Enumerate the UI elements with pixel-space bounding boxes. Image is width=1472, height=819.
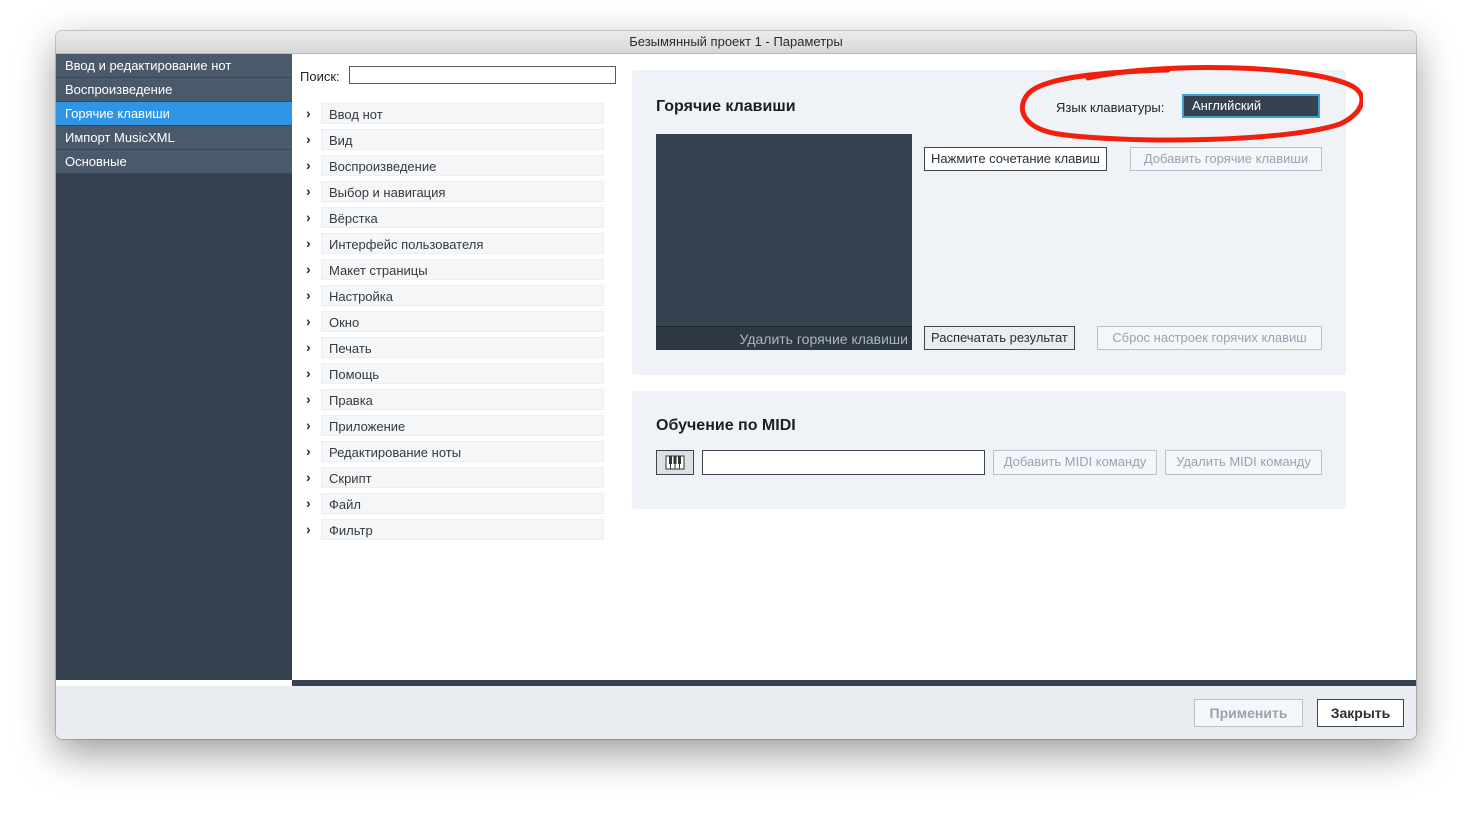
tree-item-label: Файл — [321, 493, 604, 514]
search-input[interactable] — [349, 66, 616, 84]
chevron-right-icon[interactable]: › — [306, 183, 311, 199]
tree-row[interactable]: › Скрипт — [302, 466, 607, 492]
tree-item-label: Вид — [321, 129, 604, 150]
tree-item-label: Вёрстка — [321, 207, 604, 228]
print-result-button[interactable]: Распечатать результат — [924, 326, 1075, 350]
delete-hotkeys-button[interactable]: Удалить горячие клавиши — [656, 326, 912, 350]
sidebar-item-musicxml-import[interactable]: Импорт MusicXML — [56, 126, 292, 150]
preferences-window: Безымянный проект 1 - Параметры Ввод и р… — [56, 31, 1416, 739]
tree-item-label: Печать — [321, 337, 604, 358]
chevron-right-icon[interactable]: › — [306, 131, 311, 147]
shortcut-list-pane: Поиск: › Ввод нот › Вид › Воспроизведение › Выб… — [292, 54, 624, 680]
tree-row[interactable]: › Фильтр — [302, 518, 607, 544]
tree-item-label: Приложение — [321, 415, 604, 436]
chevron-right-icon[interactable]: › — [306, 313, 311, 329]
chevron-right-icon[interactable]: › — [306, 495, 311, 511]
tree-row[interactable]: › Печать — [302, 336, 607, 362]
tree-item-label: Фильтр — [321, 519, 604, 540]
search-label: Поиск: — [300, 69, 340, 84]
tree-row[interactable]: › Ввод нот — [302, 102, 607, 128]
tree-row[interactable]: › Макет страницы — [302, 258, 607, 284]
sidebar-item-general[interactable]: Основные — [56, 150, 292, 174]
tree-row[interactable]: › Файл — [302, 492, 607, 518]
tree-row[interactable]: › Настройка — [302, 284, 607, 310]
keyboard-language-label: Язык клавиатуры: — [1056, 100, 1165, 115]
tree-item-label: Выбор и навигация — [321, 181, 604, 202]
window-title: Безымянный проект 1 - Параметры — [56, 31, 1416, 54]
tree-row[interactable]: › Выбор и навигация — [302, 180, 607, 206]
chevron-right-icon[interactable]: › — [306, 157, 311, 173]
chevron-right-icon[interactable]: › — [306, 469, 311, 485]
chevron-right-icon[interactable]: › — [306, 209, 311, 225]
tree-row[interactable]: › Приложение — [302, 414, 607, 440]
tree-row[interactable]: › Вёрстка — [302, 206, 607, 232]
tree-row[interactable]: › Интерфейс пользователя — [302, 232, 607, 258]
press-combination-button[interactable]: Нажмите сочетание клавиш — [924, 147, 1107, 171]
shortcut-category-tree: › Ввод нот › Вид › Воспроизведение › Выбор и на… — [302, 102, 607, 544]
chevron-right-icon[interactable]: › — [306, 521, 311, 537]
add-midi-command-button[interactable]: Добавить MIDI команду — [993, 450, 1157, 475]
chevron-right-icon[interactable]: › — [306, 261, 311, 277]
chevron-right-icon[interactable]: › — [306, 391, 311, 407]
tree-row[interactable]: › Вид — [302, 128, 607, 154]
dialog-footer: Применить Закрыть — [56, 686, 1416, 739]
chevron-right-icon[interactable]: › — [306, 235, 311, 251]
tree-item-label: Помощь — [321, 363, 604, 384]
hotkeys-panel: Горячие клавиши Язык клавиатуры: Английс… — [632, 70, 1346, 375]
tree-item-label: Воспроизведение — [321, 155, 604, 176]
sidebar-item-note-input[interactable]: Ввод и редактирование нот — [56, 54, 292, 78]
chevron-right-icon[interactable]: › — [306, 365, 311, 381]
apply-button[interactable]: Применить — [1194, 699, 1303, 727]
sidebar-item-playback[interactable]: Воспроизведение — [56, 78, 292, 102]
close-button[interactable]: Закрыть — [1317, 699, 1404, 727]
tree-item-label: Окно — [321, 311, 604, 332]
hotkey-list-box[interactable]: Удалить горячие клавиши — [656, 134, 912, 350]
chevron-right-icon[interactable]: › — [306, 443, 311, 459]
chevron-right-icon[interactable]: › — [306, 339, 311, 355]
midi-command-input[interactable] — [702, 450, 985, 475]
tree-row[interactable]: › Редактирование ноты — [302, 440, 607, 466]
keyboard-language-select[interactable]: Английский — [1182, 94, 1320, 118]
tree-item-label: Правка — [321, 389, 604, 410]
reset-hotkeys-button[interactable]: Сброс настроек горячих клавиш — [1097, 326, 1322, 350]
chevron-right-icon[interactable]: › — [306, 105, 311, 121]
tree-item-label: Макет страницы — [321, 259, 604, 280]
sidebar-item-hotkeys[interactable]: Горячие клавиши — [56, 102, 292, 126]
piano-icon — [665, 455, 685, 470]
tree-row[interactable]: › Правка — [302, 388, 607, 414]
tree-item-label: Ввод нот — [321, 103, 604, 124]
chevron-right-icon[interactable]: › — [306, 417, 311, 433]
delete-midi-command-button[interactable]: Удалить MIDI команду — [1165, 450, 1322, 475]
tree-item-label: Скрипт — [321, 467, 604, 488]
add-hotkeys-button[interactable]: Добавить горячие клавиши — [1130, 147, 1322, 171]
tree-row[interactable]: › Воспроизведение — [302, 154, 607, 180]
tree-item-label: Интерфейс пользователя — [321, 233, 604, 254]
tree-item-label: Редактирование ноты — [321, 441, 604, 462]
tree-row[interactable]: › Окно — [302, 310, 607, 336]
tree-row[interactable]: › Помощь — [302, 362, 607, 388]
tree-item-label: Настройка — [321, 285, 604, 306]
chevron-right-icon[interactable]: › — [306, 287, 311, 303]
midi-keyboard-button[interactable] — [656, 450, 694, 475]
sidebar: Ввод и редактирование нот Воспроизведени… — [56, 54, 292, 680]
hotkeys-title: Горячие клавиши — [656, 98, 796, 115]
midi-title: Обучение по MIDI — [656, 417, 796, 434]
midi-learn-panel: Обучение по MIDI Добавить MIDI команду У… — [632, 391, 1346, 509]
